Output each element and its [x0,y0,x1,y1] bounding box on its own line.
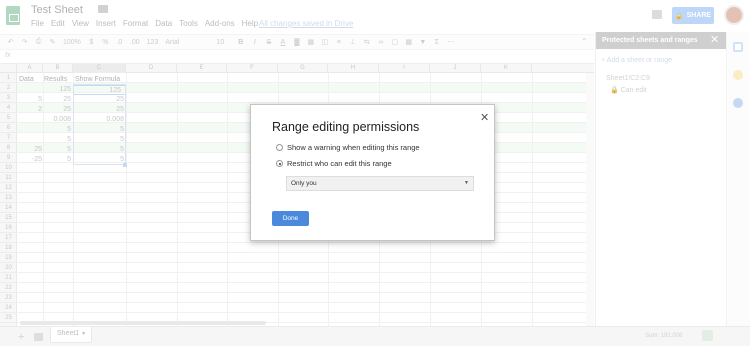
range-permissions-dialog: Range editing permissions ✕ Show a warni… [250,104,495,241]
dialog-title: Range editing permissions [272,120,420,134]
warning-radio[interactable] [276,144,283,151]
chevron-down-icon: ▼ [464,180,469,186]
restrict-option-label[interactable]: Restrict who can edit this range [287,159,392,168]
editors-select-value: Only you [291,180,317,187]
restrict-radio[interactable] [276,160,283,167]
editors-select[interactable]: Only you ▼ [286,176,474,191]
close-icon[interactable]: ✕ [480,111,489,124]
done-button[interactable]: Done [272,211,309,226]
warning-option-label[interactable]: Show a warning when editing this range [287,143,420,152]
